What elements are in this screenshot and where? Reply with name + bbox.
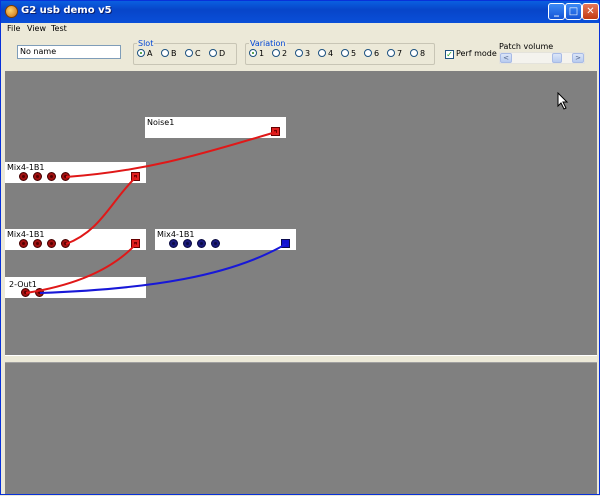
- input-jack[interactable]: [33, 239, 42, 248]
- slot-label: Slot: [137, 39, 155, 48]
- input-jack[interactable]: [33, 172, 42, 181]
- menu-view[interactable]: View: [27, 24, 46, 33]
- variation-radio-7[interactable]: 7: [387, 49, 402, 58]
- input-jack[interactable]: [19, 239, 28, 248]
- module-mix-a[interactable]: Mix4-1B1: [5, 162, 146, 183]
- maximize-icon[interactable]: □: [565, 3, 582, 20]
- mouse-cursor-icon: [557, 92, 569, 110]
- menu-bar: File View Test: [1, 23, 599, 35]
- perf-mode-checkbox[interactable]: ✓ Perf mode: [445, 49, 497, 59]
- module-mix-c[interactable]: Mix4-1B1: [155, 229, 296, 250]
- title-bar[interactable]: G2 usb demo v5 _ □ ✕: [1, 1, 599, 23]
- patch-canvas-fx[interactable]: [5, 363, 597, 494]
- patch-canvas-va[interactable]: [5, 71, 597, 355]
- module-2-out1[interactable]: 2-Out1: [5, 277, 146, 298]
- menu-file[interactable]: File: [7, 24, 20, 33]
- input-jack[interactable]: [61, 239, 70, 248]
- patch-volume-scrollbar[interactable]: < >: [499, 52, 585, 64]
- input-jack[interactable]: [211, 239, 220, 248]
- output-jack[interactable]: [271, 127, 280, 136]
- output-jack[interactable]: [131, 239, 140, 248]
- variation-radio-2[interactable]: 2: [272, 49, 287, 58]
- slot-radio-c[interactable]: C: [185, 49, 201, 58]
- pane-splitter[interactable]: [5, 355, 597, 363]
- input-jack[interactable]: [19, 172, 28, 181]
- patch-name-field[interactable]: No name: [17, 45, 121, 59]
- input-jack[interactable]: [47, 239, 56, 248]
- variation-radio-4[interactable]: 4: [318, 49, 333, 58]
- variation-radio-5[interactable]: 5: [341, 49, 356, 58]
- variation-radio-6[interactable]: 6: [364, 49, 379, 58]
- slot-radio-b[interactable]: B: [161, 49, 177, 58]
- input-jack[interactable]: [61, 172, 70, 181]
- module-mix-b[interactable]: Mix4-1B1: [5, 229, 146, 250]
- menu-test[interactable]: Test: [51, 24, 67, 33]
- input-jack[interactable]: [47, 172, 56, 181]
- close-icon[interactable]: ✕: [582, 3, 599, 20]
- module-label: Noise1: [147, 118, 175, 127]
- toolbar: No name Slot A B C D Variation 1 2 3 4 5…: [3, 35, 597, 69]
- variation-label: Variation: [249, 39, 287, 48]
- variation-radio-1[interactable]: 1: [249, 49, 264, 58]
- module-label: Mix4-1B1: [157, 230, 195, 239]
- input-jack[interactable]: [35, 288, 44, 297]
- window-title: G2 usb demo v5: [21, 5, 112, 16]
- input-jack[interactable]: [21, 288, 30, 297]
- patch-volume-label: Patch volume: [499, 42, 554, 51]
- slot-radio-d[interactable]: D: [209, 49, 225, 58]
- input-jack[interactable]: [169, 239, 178, 248]
- arrow-left-icon[interactable]: <: [500, 53, 512, 63]
- output-jack[interactable]: [131, 172, 140, 181]
- module-label: Mix4-1B1: [7, 230, 45, 239]
- app-window: G2 usb demo v5 _ □ ✕ File View Test No n…: [0, 0, 600, 495]
- variation-radio-3[interactable]: 3: [295, 49, 310, 58]
- volume-thumb[interactable]: [552, 53, 562, 63]
- slot-radio-a[interactable]: A: [137, 49, 152, 58]
- input-jack[interactable]: [183, 239, 192, 248]
- module-noise1[interactable]: Noise1: [145, 117, 286, 138]
- variation-radio-8[interactable]: 8: [410, 49, 425, 58]
- input-jack[interactable]: [197, 239, 206, 248]
- app-icon: [5, 5, 18, 18]
- module-label: Mix4-1B1: [7, 163, 45, 172]
- minimize-icon[interactable]: _: [548, 3, 565, 20]
- output-jack[interactable]: [281, 239, 290, 248]
- arrow-right-icon[interactable]: >: [572, 53, 584, 63]
